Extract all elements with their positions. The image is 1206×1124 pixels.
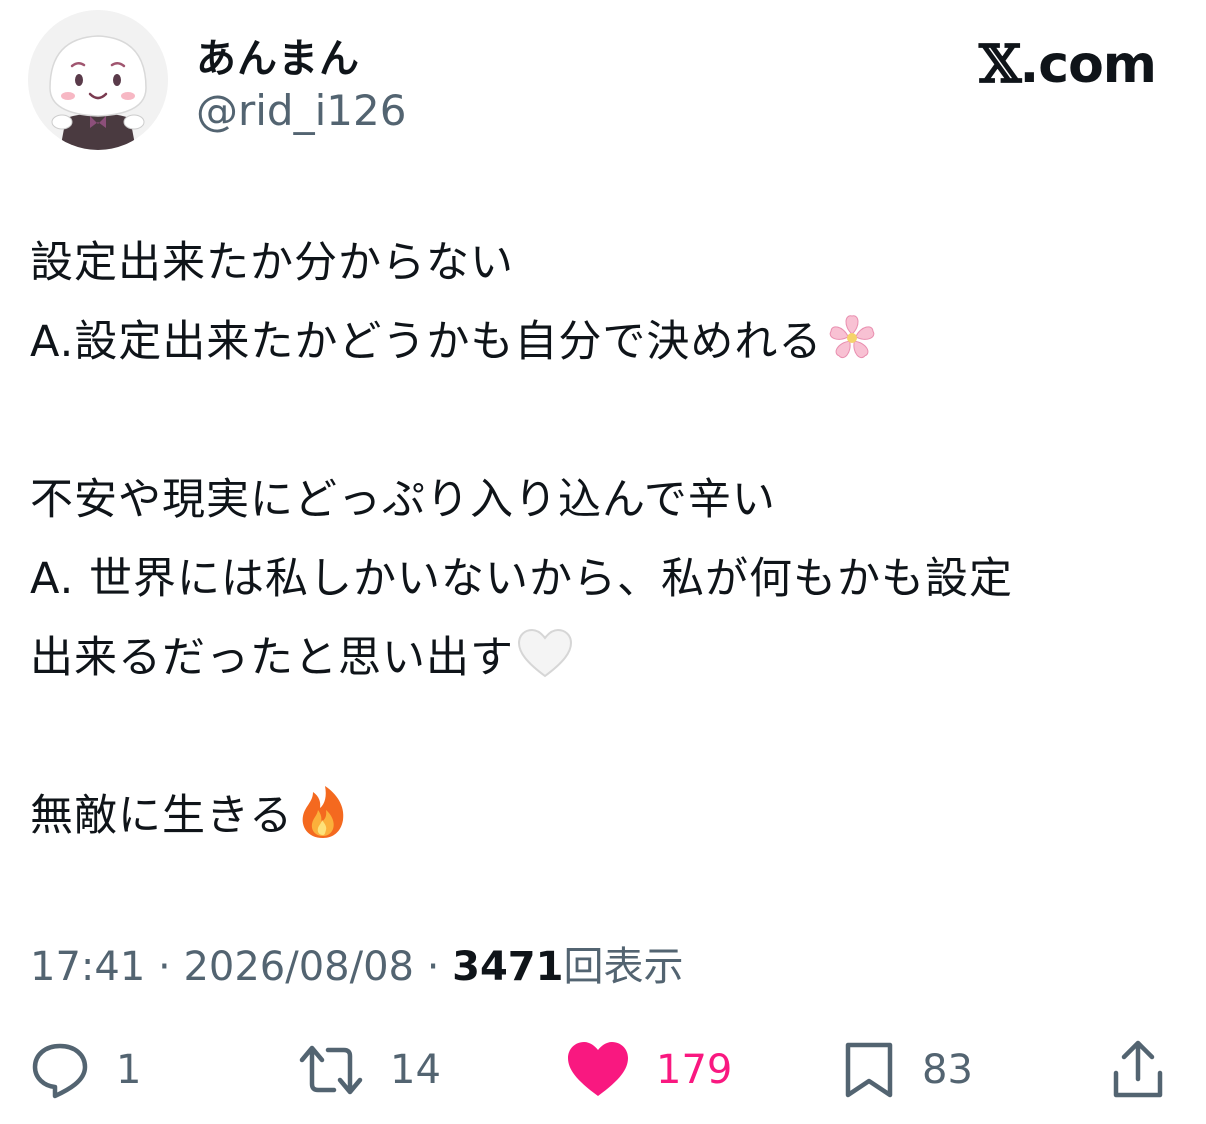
tweet-time[interactable]: 17:41 (30, 944, 145, 990)
retweet-icon (299, 1045, 363, 1095)
tweet-line: A.設定出来たかどうかも自分で決めれる (30, 303, 1180, 382)
author-handle[interactable]: @rid_i126 (196, 86, 406, 135)
x-com-logo: 𝕏.com (979, 34, 1157, 95)
x-logo-icon: 𝕏 (979, 34, 1021, 95)
heart-icon (568, 1042, 628, 1096)
tweet-line: 設定出来たか分からない (30, 238, 514, 288)
like-button[interactable]: 179 (566, 1030, 732, 1110)
cherry-blossom-icon (824, 310, 880, 392)
tweet-header: あんまん @rid_i126 𝕏.com (28, 10, 1178, 150)
like-count: 179 (656, 1047, 733, 1093)
meta-separator: · (426, 944, 440, 990)
meta-separator: · (158, 944, 171, 990)
author-display-name[interactable]: あんまん (196, 26, 360, 84)
avatar[interactable] (28, 10, 168, 150)
views-count[interactable]: 3471 (452, 944, 563, 990)
reply-button[interactable]: 1 (30, 1030, 141, 1110)
views-label: 回表示 (563, 944, 684, 990)
tweet-line: 不安や現実にどっぷり入り込んで辛い (30, 475, 776, 525)
bookmark-count: 83 (922, 1047, 973, 1093)
tweet-text: 設定出来たか分からない A.設定出来たかどうかも自分で決めれる 不安や現実にどっ… (30, 224, 1180, 856)
retweet-count: 14 (390, 1047, 441, 1093)
tweet-meta: 17:41 · 2026/08/08 · 3471回表示 (30, 934, 683, 992)
reply-count: 1 (116, 1047, 142, 1093)
white-heart-icon (516, 626, 574, 708)
share-icon (1113, 1040, 1163, 1098)
bookmark-icon (845, 1042, 893, 1098)
action-bar: 1 14 179 83 (0, 1030, 1206, 1110)
tweet-line: 出来るだったと思い出す (30, 619, 1180, 698)
tweet-date[interactable]: 2026/08/08 (183, 944, 414, 990)
brand-suffix: .com (1019, 35, 1157, 95)
fire-icon (295, 782, 351, 866)
tweet-line: A. 世界には私しかいないから、私が何もかも設定 (30, 554, 1013, 604)
bookmark-button[interactable]: 83 (842, 1030, 973, 1110)
retweet-button[interactable]: 14 (298, 1030, 441, 1110)
avatar-illustration-icon (28, 10, 168, 150)
tweet-line: 無敵に生きる (30, 777, 1180, 856)
reply-icon (32, 1043, 88, 1099)
share-button[interactable] (1110, 1030, 1166, 1110)
